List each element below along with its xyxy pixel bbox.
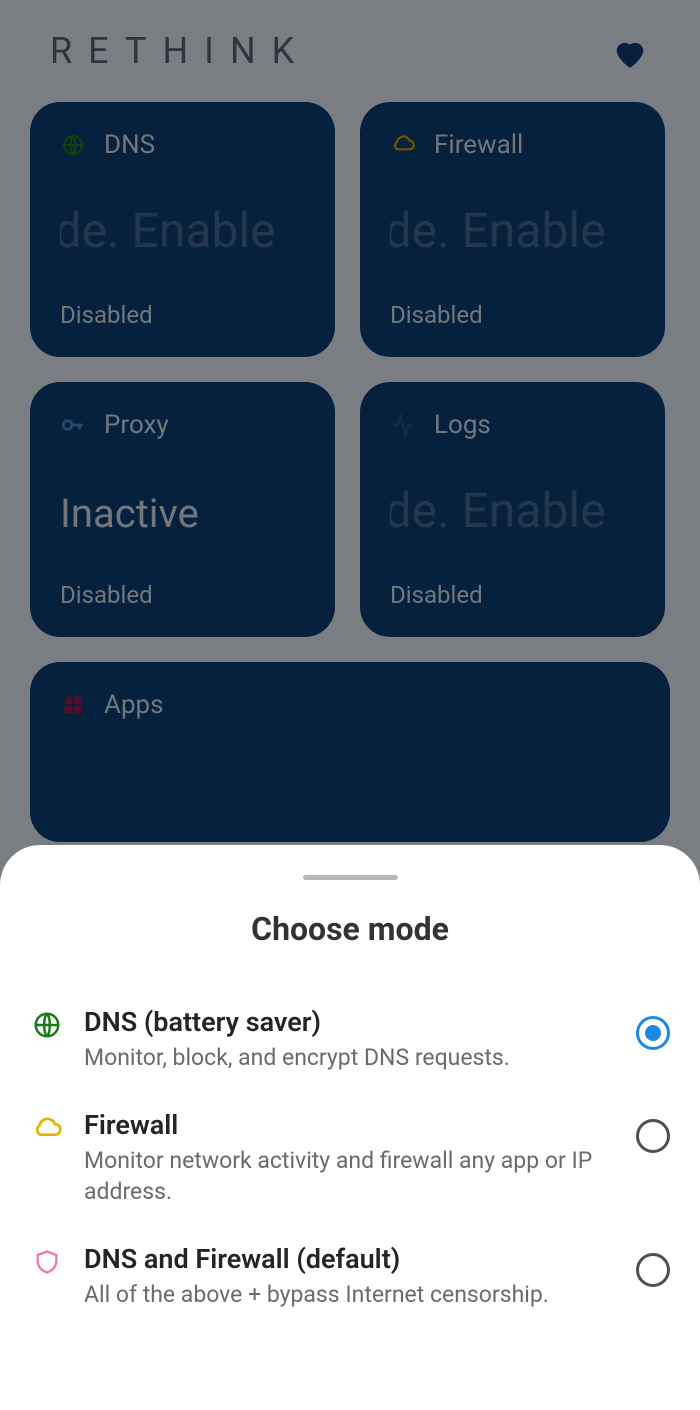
choose-mode-sheet: Choose mode DNS (battery saver) Monitor,… xyxy=(0,845,700,1410)
shield-icon xyxy=(30,1245,64,1279)
mode-option-dns-firewall-desc: All of the above + bypass Internet censo… xyxy=(84,1279,616,1310)
mode-option-dns-firewall-radio[interactable] xyxy=(636,1253,670,1287)
sheet-title: Choose mode xyxy=(30,910,670,948)
mode-option-dns[interactable]: DNS (battery saver) Monitor, block, and … xyxy=(30,988,670,1091)
cloud-icon xyxy=(30,1111,64,1145)
mode-option-dns-firewall[interactable]: DNS and Firewall (default) All of the ab… xyxy=(30,1225,670,1328)
mode-option-dns-radio[interactable] xyxy=(636,1016,670,1050)
mode-option-dns-firewall-title: DNS and Firewall (default) xyxy=(84,1243,616,1275)
mode-option-firewall-desc: Monitor network activity and firewall an… xyxy=(84,1145,616,1207)
mode-option-firewall-radio[interactable] xyxy=(636,1119,670,1153)
mode-option-dns-desc: Monitor, block, and encrypt DNS requests… xyxy=(84,1042,616,1073)
mode-option-dns-title: DNS (battery saver) xyxy=(84,1006,616,1038)
mode-option-firewall-title: Firewall xyxy=(84,1109,616,1141)
mode-option-firewall[interactable]: Firewall Monitor network activity and fi… xyxy=(30,1091,670,1225)
sheet-grabber[interactable] xyxy=(303,875,398,880)
globe-icon xyxy=(30,1008,64,1042)
